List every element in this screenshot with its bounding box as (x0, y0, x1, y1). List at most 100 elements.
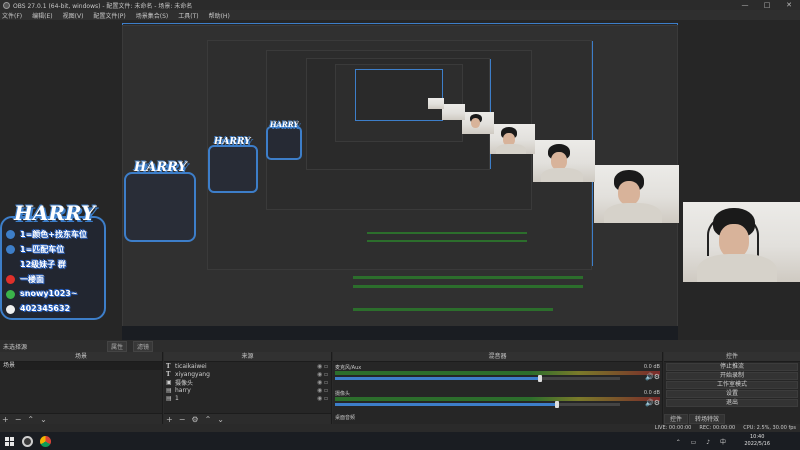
channel-label: 桌面音频 (335, 415, 356, 421)
overlay-panel-copy-2 (208, 145, 258, 193)
settings-button[interactable]: 设置 (666, 390, 798, 398)
lock-icon[interactable]: ▫ (324, 387, 331, 394)
image-icon: ▤ (166, 386, 172, 394)
volume-slider[interactable] (335, 401, 620, 408)
source-settings-icon[interactable]: ⚙ (191, 415, 198, 424)
lock-icon[interactable]: ▫ (324, 395, 331, 402)
menu-view[interactable]: 视图(V) (63, 11, 84, 20)
lock-icon[interactable]: ▫ (324, 379, 331, 386)
chrome-taskbar-icon[interactable] (36, 432, 54, 450)
overlay-line-1: 1=颜色+找东车位 (20, 230, 87, 239)
move-source-up-icon[interactable]: ⌃ (205, 415, 212, 424)
volume-slider-fill (335, 377, 541, 380)
menu-tools[interactable]: 工具(T) (178, 11, 198, 20)
source-label: harry (175, 386, 191, 394)
remove-scene-icon[interactable]: − (15, 415, 22, 424)
source-item[interactable]: T ticaikaiwei ◉ ▫ (164, 362, 331, 370)
webcam-copy-2 (533, 140, 595, 182)
lock-icon[interactable]: ▫ (324, 363, 331, 370)
tab-transitions[interactable]: 转场特效 (689, 414, 726, 424)
obs-logo-icon (3, 1, 10, 9)
menu-help[interactable]: 帮助(H) (209, 11, 230, 20)
webcam-copy-6 (428, 98, 444, 109)
overlay-panel-copy-1 (124, 172, 196, 242)
nested-taskbar (122, 326, 678, 340)
visibility-eye-icon[interactable]: ◉ (317, 387, 324, 394)
sources-dock: 来源 T ticaikaiwei ◉ ▫ T xiyangyang ◉ ▫ ▣ … (164, 352, 332, 424)
taskbar-clock[interactable]: 10:40 2022/5/16 (744, 434, 770, 448)
move-scene-down-icon[interactable]: ⌄ (40, 415, 47, 424)
title-bar: OBS 27.0.1 (64-bit, windows) - 配置文件: 未命名… (0, 0, 800, 10)
source-label: xiyangyang (175, 370, 210, 378)
lock-icon[interactable]: ▫ (324, 371, 331, 378)
minimize-button[interactable]: — (734, 0, 756, 10)
overlay-logo-copy-3: HARRY (270, 120, 299, 129)
menu-edit[interactable]: 编辑(E) (32, 11, 52, 20)
source-label: ticaikaiwei (175, 362, 207, 370)
close-button[interactable]: ✕ (778, 0, 800, 10)
nested-meter-1 (353, 276, 583, 279)
mixer-header: 混音器 (333, 352, 662, 362)
scenes-dock: 场景 场景 + − ⌃ ⌄ (0, 352, 163, 424)
maximize-button[interactable]: □ (756, 0, 778, 10)
move-source-down-icon[interactable]: ⌄ (217, 415, 224, 424)
nested-meter-2 (353, 285, 583, 288)
add-source-icon[interactable]: + (166, 415, 173, 424)
sources-header: 来源 (164, 352, 331, 362)
remove-source-icon[interactable]: − (179, 415, 186, 424)
weibo-icon (6, 275, 15, 284)
mixer-options-icon[interactable]: 🔊⚙ (645, 373, 660, 381)
windows-logo-icon (4, 436, 14, 446)
volume-slider[interactable] (335, 375, 620, 382)
visibility-eye-icon[interactable]: ◉ (317, 371, 324, 378)
source-item[interactable]: ▤ 1 ◉ ▫ (164, 394, 331, 402)
stop-streaming-button[interactable]: 停止推流 (666, 363, 798, 371)
overlay-line-5: snowy1023~ (20, 289, 78, 298)
visibility-eye-icon[interactable]: ◉ (317, 379, 324, 386)
rec-status: REC: 00:00:00 (699, 425, 736, 431)
move-scene-up-icon[interactable]: ⌃ (27, 415, 34, 424)
properties-button[interactable]: 属性 (107, 340, 128, 352)
channel-db: 0.0 dB (643, 390, 660, 396)
obs-taskbar-icon[interactable] (18, 432, 36, 450)
overlay-line-3: 12级妹子 群 (20, 260, 66, 269)
volume-meter (335, 397, 660, 401)
camera-icon: ▣ (166, 378, 172, 386)
system-tray-icons[interactable]: ⌃ ▭ ♪ 中 (676, 437, 730, 446)
nested-meter-4 (367, 232, 527, 234)
add-scene-icon[interactable]: + (2, 415, 9, 424)
overlay-panel-copy-3 (266, 126, 302, 160)
studio-mode-button[interactable]: 工作室模式 (666, 381, 798, 389)
menu-file[interactable]: 文件(F) (2, 11, 22, 20)
live-status: LIVE: 00:00:00 (654, 425, 692, 431)
source-item[interactable]: ▤ harry ◉ ▫ (164, 386, 331, 394)
tab-controls[interactable]: 控件 (664, 414, 689, 424)
webcam-copy-3 (490, 124, 535, 154)
menu-profile[interactable]: 配置文件(P) (93, 11, 125, 20)
gamepad-icon (6, 230, 15, 239)
preview-canvas[interactable]: HARRY 1=颜色+找东车位 1=匹配车位 12级妹子 群 一楼面 snowy… (0, 20, 800, 340)
visibility-eye-icon[interactable]: ◉ (317, 395, 324, 402)
mixer-channel: 麦克风/Aux 0.0 dB 🔊⚙ (335, 364, 660, 382)
overlay-logo-copy-1: HARRY (134, 160, 187, 175)
overlay-logo: HARRY (14, 201, 96, 225)
start-button[interactable] (0, 432, 18, 450)
volume-slider-knob[interactable] (555, 401, 560, 408)
volume-slider-fill (335, 403, 558, 406)
menu-scene-collection[interactable]: 场景集合(S) (136, 11, 169, 20)
start-recording-button[interactable]: 开始录制 (666, 372, 798, 380)
text-icon: T (166, 370, 171, 378)
visibility-eye-icon[interactable]: ◉ (317, 363, 324, 370)
scene-item[interactable]: 场景 (0, 362, 162, 370)
source-item[interactable]: ▣ 摄像头 ◉ ▫ (164, 378, 331, 387)
volume-slider-knob[interactable] (538, 375, 543, 382)
filters-button[interactable]: 滤镜 (133, 340, 154, 352)
nested-meter-3 (353, 308, 553, 311)
webcam-copy-1 (594, 165, 679, 223)
exit-button[interactable]: 退出 (666, 399, 798, 407)
channel-db: 0.0 dB (643, 364, 660, 370)
image-icon: ▤ (166, 394, 172, 402)
mixer-options-icon[interactable]: 🔊⚙ (645, 399, 660, 407)
overlay-logo-copy-2: HARRY (214, 137, 251, 147)
source-label: 1 (175, 394, 179, 402)
